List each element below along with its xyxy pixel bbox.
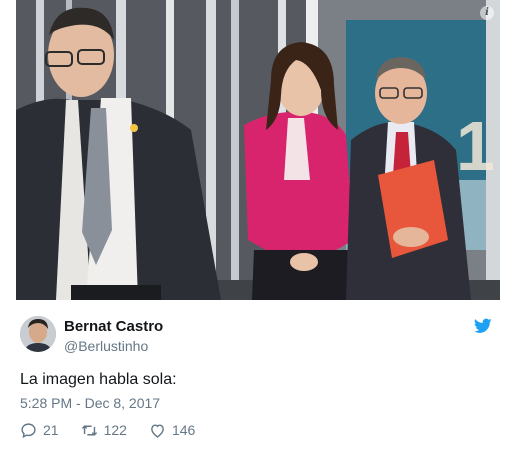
reply-icon bbox=[21, 422, 36, 438]
tweet-card: Bernat Castro @Berlustinho La imagen hab… bbox=[16, 300, 500, 454]
author-info[interactable]: Bernat Castro @Berlustinho bbox=[64, 318, 163, 355]
tweet-photo[interactable]: 1 i bbox=[16, 0, 500, 300]
reply-button[interactable]: 21 bbox=[20, 422, 59, 439]
info-icon-glyph: i bbox=[485, 7, 489, 18]
like-button[interactable]: 146 bbox=[149, 422, 195, 439]
reply-count: 21 bbox=[43, 422, 59, 438]
avatar[interactable] bbox=[20, 316, 56, 352]
svg-text:1: 1 bbox=[456, 107, 495, 185]
retweet-button[interactable]: 122 bbox=[81, 422, 127, 439]
twitter-bird-icon[interactable] bbox=[474, 318, 492, 334]
tweet-timestamp[interactable]: 5:28 PM - Dec 8, 2017 bbox=[20, 394, 160, 412]
info-icon[interactable]: i bbox=[480, 6, 494, 20]
tweet-text: La imagen habla sola: bbox=[20, 371, 177, 388]
retweet-count: 122 bbox=[103, 422, 127, 438]
user-handle[interactable]: @Berlustinho bbox=[64, 337, 163, 355]
retweet-icon bbox=[81, 424, 97, 436]
tweet-actions: 21 122 146 bbox=[20, 420, 217, 440]
like-count: 146 bbox=[171, 422, 196, 438]
heart-icon bbox=[151, 423, 164, 438]
display-name[interactable]: Bernat Castro bbox=[64, 318, 163, 336]
